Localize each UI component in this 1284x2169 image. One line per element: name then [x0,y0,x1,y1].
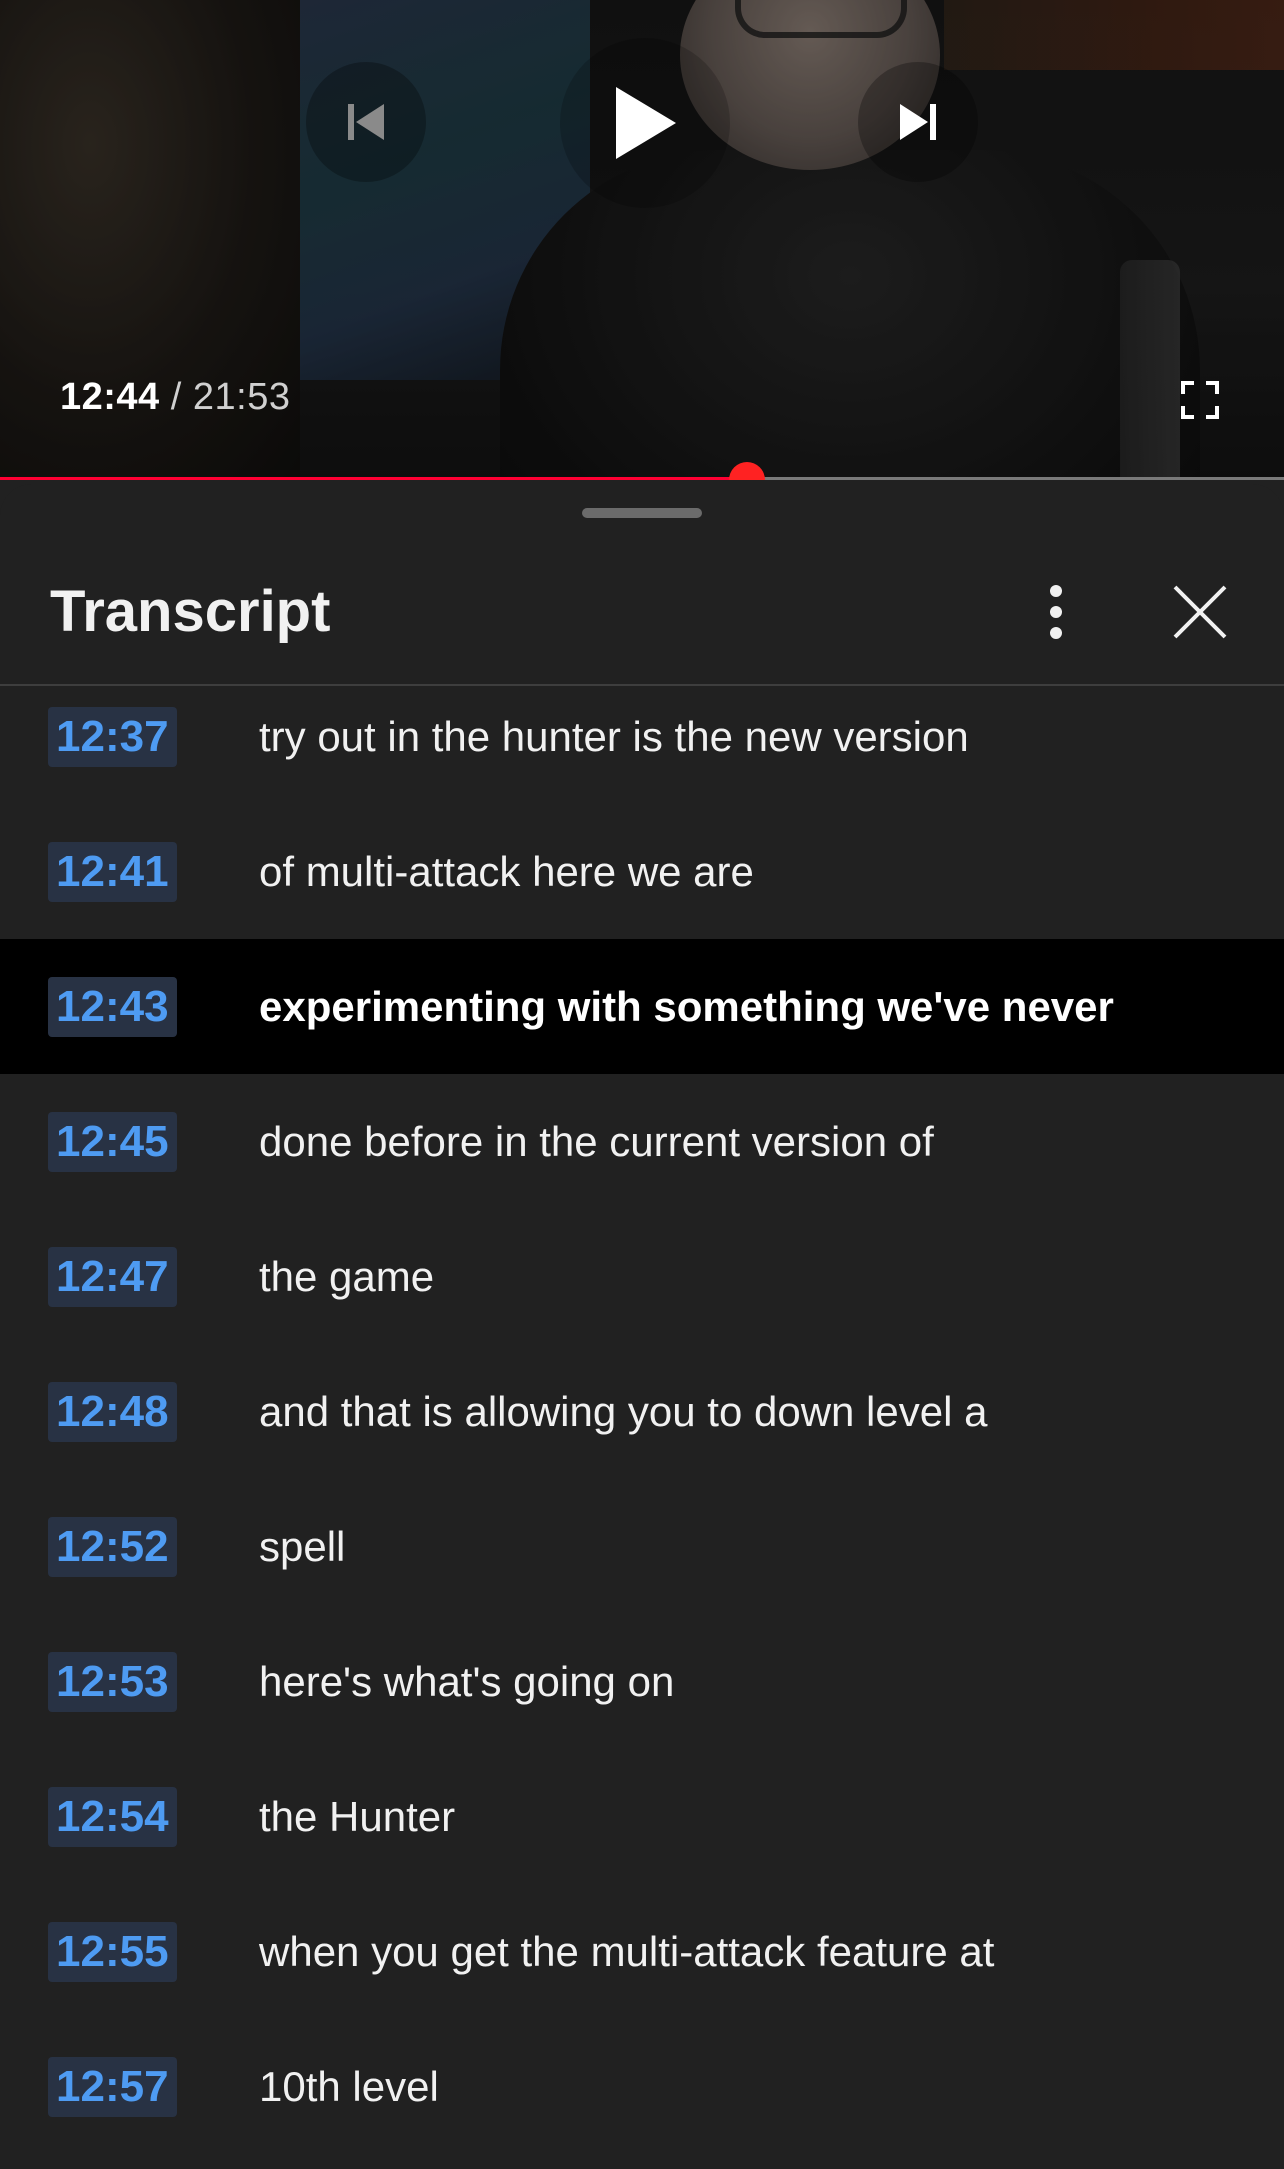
transcript-text: and that is allowing you to down level a [259,1387,988,1435]
transcript-timestamp: 12:53 [48,1651,177,1712]
close-button[interactable] [1170,582,1230,642]
transcript-text: experimenting with something we've never [259,982,1114,1030]
transcript-timestamp: 12:45 [48,1111,177,1172]
previous-button[interactable] [306,62,426,182]
transcript-row[interactable]: 12:47 the game [0,1209,1284,1344]
skip-previous-icon [348,104,384,140]
transcript-text: the game [259,1252,435,1300]
transcript-timestamp: 12:55 [48,1921,177,1982]
time-readout: 12:44 / 21:53 [60,376,290,419]
transcript-timestamp: 12:57 [48,2056,177,2117]
transcript-text: try out in the hunter is the new version [259,712,969,760]
next-button[interactable] [858,62,978,182]
transcript-timestamp: 12:43 [48,976,177,1037]
progress-played [0,477,748,480]
drag-handle[interactable] [582,508,702,518]
progress-bar[interactable] [0,462,1284,480]
transcript-text: when you get the multi-attack feature at [259,1927,995,1975]
video-player[interactable]: 12:44 / 21:53 [0,0,1284,480]
transcript-row-active[interactable]: 12:43 experimenting with something we've … [0,939,1284,1074]
transcript-timestamp: 12:47 [48,1246,177,1307]
play-button[interactable] [560,38,730,208]
fullscreen-icon [1181,381,1219,419]
time-separator: / [170,376,182,418]
transcript-timestamp: 12:37 [48,706,177,767]
transcript-text: of multi-attack here we are [259,847,754,895]
transcript-row[interactable]: 12:57 10th level [0,2019,1284,2154]
transcript-row[interactable]: 12:54 the Hunter [0,1749,1284,1884]
transcript-timestamp: 12:48 [48,1381,177,1442]
transcript-row[interactable]: 12:55 when you get the multi-attack featu… [0,1884,1284,2019]
panel-title: Transcript [50,579,331,644]
current-time: 12:44 [60,376,160,418]
transcript-text: here's what's going on [259,1657,675,1705]
transcript-row[interactable]: 12:53 here's what's going on [0,1614,1284,1749]
transcript-timestamp: 12:54 [48,1786,177,1847]
skip-next-icon [900,104,936,140]
transcript-text: the Hunter [259,1792,456,1840]
more-vertical-icon [1050,585,1062,639]
transcript-text: spell [259,1522,346,1570]
transcript-row[interactable]: 12:52 spell [0,1479,1284,1614]
close-icon [1173,585,1227,639]
transcript-timestamp: 12:41 [48,841,177,902]
transcript-row[interactable]: 12:41 of multi-attack here we are [0,804,1284,939]
transcript-row[interactable]: 12:45 done before in the current version … [0,1074,1284,1209]
more-options-button[interactable] [1030,580,1082,644]
transcript-text: 10th level [259,2062,439,2110]
fullscreen-button[interactable] [1180,380,1220,420]
transcript-row[interactable]: 12:37 try out in the hunter is the new ve… [0,669,1284,804]
transcript-timestamp: 12:52 [48,1516,177,1577]
transcript-list: 12:37 try out in the hunter is the new ve… [0,669,1284,2154]
transcript-row[interactable]: 12:48 and that is allowing you to down le… [0,1344,1284,1479]
play-icon [616,87,676,159]
transcript-text: done before in the current version of [259,1117,934,1165]
duration: 21:53 [192,376,291,418]
